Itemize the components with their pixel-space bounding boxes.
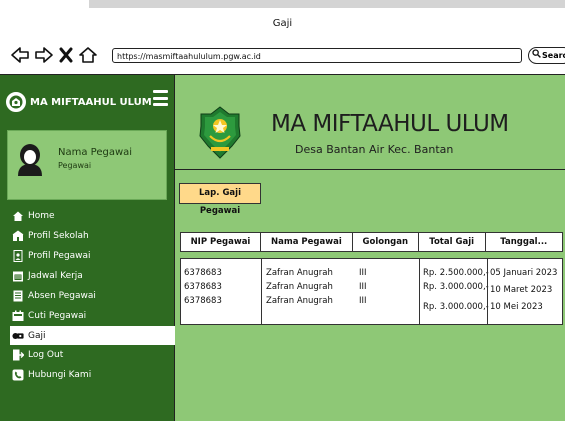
sidebar: MA MIFTAAHUL ULUM Nama Pegawai Pegawai H… <box>0 75 175 421</box>
sidebar-item-label: Profil Pegawai <box>28 251 91 261</box>
avatar <box>16 144 44 176</box>
logout-icon <box>12 349 24 361</box>
school-icon <box>12 230 24 242</box>
column-tanggal: 05 Januari 2023 10 Maret 2023 10 Mei 202… <box>490 259 557 324</box>
sidebar-item-label: Log Out <box>28 350 64 360</box>
window-top-strip <box>89 0 565 8</box>
phone-icon <box>12 369 24 381</box>
table-cell: 6378683 <box>184 268 222 278</box>
search-button[interactable]: Search <box>528 47 565 64</box>
sidebar-item-cuti-pegawai[interactable]: Cuti Pegawai <box>0 306 175 326</box>
sidebar-item-label: Cuti Pegawai <box>28 311 87 321</box>
table-cell: 6378683 <box>184 296 222 306</box>
sidebar-menu: Home Profil Sekolah Profil Pegawai Jadwa… <box>0 206 175 385</box>
sidebar-item-profil-sekolah[interactable]: Profil Sekolah <box>0 226 175 246</box>
column-nama: Zafran Anugrah Zafran Anugrah Zafran Anu… <box>266 259 333 324</box>
table-cell: Rp. 3.000.000,- <box>423 302 489 312</box>
leave-icon <box>12 310 24 322</box>
salary-report-button[interactable]: Lap. Gaji Pegawai <box>179 183 261 216</box>
search-label: Search <box>542 51 565 60</box>
school-address: Desa Bantan Air Kec. Bantan <box>295 143 454 156</box>
column-header[interactable]: Total Gaji <box>417 232 485 252</box>
sidebar-item-label: Jadwal Kerja <box>28 271 83 281</box>
home-nav-icon[interactable] <box>78 46 98 64</box>
back-icon[interactable] <box>10 46 30 64</box>
menu-toggle-icon[interactable] <box>153 90 168 106</box>
profile-name: Nama Pegawai <box>58 147 133 158</box>
table-cell: III <box>359 268 367 278</box>
sidebar-item-label: Gaji <box>28 330 46 341</box>
table-cell: Rp. 3.000.000,- <box>423 282 489 292</box>
table-cell: III <box>359 282 367 292</box>
table-cell: 10 Maret 2023 <box>490 285 553 295</box>
sidebar-item-gaji[interactable]: Gaji <box>10 326 175 345</box>
school-name: MA MIFTAAHUL ULUM <box>271 111 509 137</box>
table-cell: Zafran Anugrah <box>266 268 333 278</box>
column-header[interactable]: Tanggal... <box>484 232 563 252</box>
sidebar-item-home[interactable]: Home <box>0 206 175 226</box>
table-cell: 10 Mei 2023 <box>490 302 543 312</box>
column-header[interactable]: NIP Pegawai <box>180 232 260 252</box>
page-header: MA MIFTAAHUL ULUM Desa Bantan Air Kec. B… <box>175 75 565 170</box>
profile-card: Nama Pegawai Pegawai <box>7 130 167 200</box>
table-cell: Zafran Anugrah <box>266 296 333 306</box>
sidebar-item-log-out[interactable]: Log Out <box>0 345 175 365</box>
sidebar-item-jadwal-kerja[interactable]: Jadwal Kerja <box>0 266 175 286</box>
column-golongan: III III III <box>359 259 367 324</box>
column-header[interactable]: Nama Pegawai <box>259 232 352 252</box>
brand: MA MIFTAAHUL ULUM <box>6 92 152 112</box>
sidebar-item-hubungi-kami[interactable]: Hubungi Kami <box>0 365 175 385</box>
profile-role: Pegawai <box>58 161 92 170</box>
app-window: Gaji https://masmiftaahululum.pgw.ac.id … <box>0 0 565 421</box>
sidebar-item-profil-pegawai[interactable]: Profil Pegawai <box>0 246 175 266</box>
table-cell: Rp. 2.500.000,- <box>423 268 489 278</box>
stop-icon[interactable] <box>58 46 74 64</box>
table-cell: 6378683 <box>184 282 222 292</box>
column-divider <box>487 259 488 324</box>
column-total-gaji: Rp. 2.500.000,- Rp. 3.000.000,- Rp. 3.00… <box>423 259 489 324</box>
table-cell: III <box>359 296 367 306</box>
user-document-icon <box>12 250 24 262</box>
ministry-emblem-icon <box>199 106 241 159</box>
window-title: Gaji <box>272 18 293 29</box>
browser-bar: Gaji https://masmiftaahululum.pgw.ac.id … <box>0 8 565 75</box>
sidebar-item-label: Home <box>28 211 55 221</box>
forward-icon[interactable] <box>34 46 54 64</box>
salary-table: NIP Pegawai Nama Pegawai Golongan Total … <box>180 232 563 252</box>
table-cell: 05 Januari 2023 <box>490 268 558 278</box>
brand-name: MA MIFTAAHUL ULUM <box>30 96 152 108</box>
table-cell: Zafran Anugrah <box>266 282 333 292</box>
table-header-row: NIP Pegawai Nama Pegawai Golongan Total … <box>180 232 563 252</box>
calendar-icon <box>12 270 24 282</box>
home-icon <box>12 210 24 222</box>
url-field[interactable]: https://masmiftaahululum.pgw.ac.id <box>112 48 522 63</box>
column-header[interactable]: Golongan <box>351 232 418 252</box>
sidebar-item-label: Absen Pegawai <box>28 291 96 301</box>
money-icon <box>12 330 24 342</box>
column-divider <box>261 259 262 324</box>
search-icon <box>532 48 541 63</box>
nav-controls <box>10 45 98 65</box>
main-content: MA MIFTAAHUL ULUM Desa Bantan Air Kec. B… <box>175 75 565 421</box>
school-logo-icon <box>6 92 26 112</box>
sidebar-item-label: Hubungi Kami <box>28 370 92 380</box>
sidebar-item-label: Profil Sekolah <box>28 231 89 241</box>
checklist-icon <box>12 290 24 302</box>
column-divider <box>419 259 420 324</box>
column-nip: 6378683 6378683 6378683 <box>184 259 222 324</box>
sidebar-item-absen-pegawai[interactable]: Absen Pegawai <box>0 286 175 306</box>
table-body: 6378683 6378683 6378683 Zafran Anugrah Z… <box>180 258 563 325</box>
